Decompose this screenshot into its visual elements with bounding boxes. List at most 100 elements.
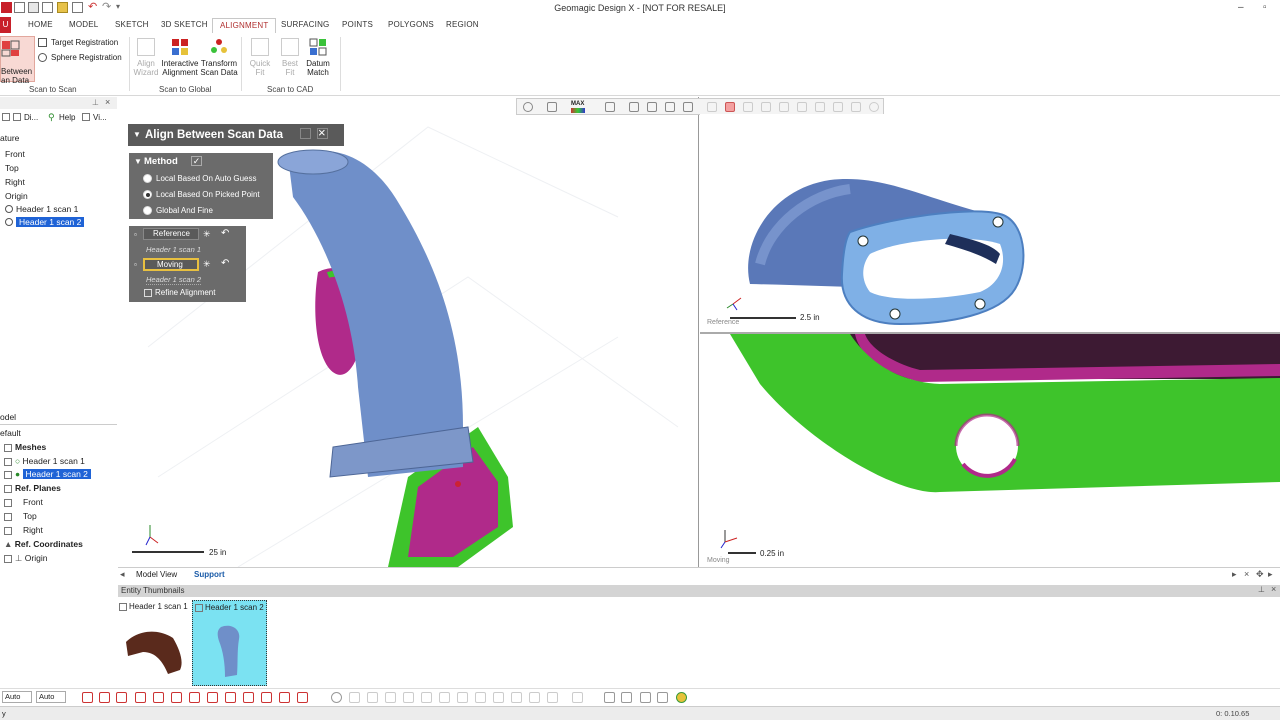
- view-option-icon[interactable]: [439, 692, 450, 703]
- deviation-icon[interactable]: [571, 108, 585, 113]
- visibility-checkbox[interactable]: [4, 457, 12, 466]
- align-panel-header[interactable]: ▼ Align Between Scan Data ×: [128, 124, 344, 146]
- visibility-checkbox[interactable]: [4, 470, 12, 479]
- tree-item-right[interactable]: Right: [5, 177, 25, 187]
- view-option-icon[interactable]: [457, 692, 468, 703]
- collapse-icon[interactable]: ▼: [133, 130, 141, 139]
- selection-mode-select[interactable]: Auto: [2, 691, 32, 703]
- close-icon[interactable]: ×: [1271, 584, 1276, 594]
- tree-item-front[interactable]: Front: [5, 149, 25, 159]
- tab-3d-sketch[interactable]: 3D SKETCH: [161, 20, 208, 29]
- tree-origin[interactable]: ⊥ Origin: [4, 553, 47, 564]
- view-option-icon[interactable]: [511, 692, 522, 703]
- help-tab[interactable]: Help: [59, 113, 75, 122]
- tab-points[interactable]: POINTS: [342, 20, 373, 29]
- tree-meshes[interactable]: Meshes: [4, 442, 46, 452]
- reference-field[interactable]: Reference: [143, 228, 199, 240]
- moving-field[interactable]: Moving: [143, 258, 199, 271]
- refine-alignment-checkbox[interactable]: Refine Alignment: [144, 288, 215, 297]
- tab-model[interactable]: MODEL: [69, 20, 98, 29]
- option-picked-point[interactable]: Local Based On Picked Point: [143, 190, 260, 200]
- select-clear-icon[interactable]: [279, 692, 290, 703]
- tab-sketch[interactable]: SKETCH: [115, 20, 149, 29]
- collapse-icon[interactable]: ▲: [4, 539, 12, 549]
- visibility-checkbox[interactable]: [4, 526, 12, 535]
- tab-polygons[interactable]: POLYGONS: [388, 20, 434, 29]
- view-option-icon[interactable]: [421, 692, 432, 703]
- select-line-icon[interactable]: [153, 692, 164, 703]
- interactive-alignment-button[interactable]: Interactive Alignment: [160, 38, 200, 77]
- filter-icon[interactable]: [761, 102, 771, 112]
- view-option-icon[interactable]: [493, 692, 504, 703]
- select-poly-icon[interactable]: [99, 692, 110, 703]
- option-global-fine[interactable]: Global And Fine: [143, 206, 213, 216]
- display-mode-icon[interactable]: [657, 692, 668, 703]
- add-view-icon[interactable]: ✥: [1256, 569, 1264, 580]
- tree-ref-planes[interactable]: Ref. Planes: [4, 483, 61, 493]
- front-view-icon[interactable]: [629, 102, 639, 112]
- settings-icon[interactable]: ✳: [203, 259, 211, 270]
- settings-icon[interactable]: [869, 102, 879, 112]
- visibility-checkbox[interactable]: [195, 604, 203, 612]
- settings-icon[interactable]: ✳: [203, 229, 211, 240]
- view-option-icon[interactable]: [547, 692, 558, 703]
- tree-mesh1[interactable]: ○ Header 1 scan 1: [4, 456, 85, 466]
- select-rect-icon[interactable]: [116, 692, 127, 703]
- align-wizard-button[interactable]: Align Wizard: [132, 38, 160, 77]
- tree-mesh2[interactable]: ● Header 1 scan 2: [4, 469, 91, 479]
- reference-viewport[interactable]: 2.5 in Reference: [700, 114, 1280, 330]
- view-option-icon[interactable]: [367, 692, 378, 703]
- tree-item-origin[interactable]: Origin: [5, 191, 28, 201]
- transform-scan-data-button[interactable]: Transform Scan Data: [200, 38, 238, 77]
- sphere-registration-button[interactable]: Sphere Registration: [38, 53, 122, 62]
- view-option-icon[interactable]: [572, 692, 583, 703]
- checkmark-icon[interactable]: ✓: [191, 156, 202, 166]
- view-option-icon[interactable]: [403, 692, 414, 703]
- collapse-icon[interactable]: ▫: [134, 260, 137, 269]
- rotate-icon[interactable]: [523, 102, 533, 112]
- view-option-icon[interactable]: [529, 692, 540, 703]
- minimize-icon[interactable]: –: [1238, 2, 1244, 13]
- filter-icon[interactable]: [851, 102, 861, 112]
- filter-icon[interactable]: [779, 102, 789, 112]
- close-icon[interactable]: ×: [1244, 569, 1249, 579]
- filter-icon[interactable]: [833, 102, 843, 112]
- display-tab[interactable]: Di...: [24, 113, 38, 122]
- reset-icon[interactable]: ↶: [221, 228, 229, 239]
- view-option-icon[interactable]: [475, 692, 486, 703]
- collapse-icon[interactable]: ▫: [134, 230, 137, 239]
- iso-view-icon[interactable]: [683, 102, 693, 112]
- reset-icon[interactable]: ↶: [221, 258, 229, 269]
- tree-top[interactable]: Top: [4, 511, 37, 521]
- view-rotate-icon[interactable]: [331, 692, 342, 703]
- visibility-checkbox[interactable]: [4, 512, 12, 521]
- tab-support[interactable]: Support: [194, 570, 225, 579]
- tree-front[interactable]: Front: [4, 497, 43, 507]
- target-registration-button[interactable]: Target Registration: [38, 38, 118, 47]
- scroll-left-icon[interactable]: ◂: [120, 569, 125, 580]
- visibility-checkbox[interactable]: [4, 443, 12, 452]
- top-view-icon[interactable]: [647, 102, 657, 112]
- tab-surfacing[interactable]: SURFACING: [281, 20, 329, 29]
- render-mode-icon[interactable]: [676, 692, 687, 703]
- tab-model-view[interactable]: Model View: [136, 570, 177, 579]
- select-connected-icon[interactable]: [261, 692, 272, 703]
- select-brush-icon[interactable]: [171, 692, 182, 703]
- select-options-icon[interactable]: [297, 692, 308, 703]
- select-face-icon[interactable]: [189, 692, 200, 703]
- display-mode-icon[interactable]: [621, 692, 632, 703]
- tab-region[interactable]: REGION: [446, 20, 479, 29]
- filter-icon[interactable]: [815, 102, 825, 112]
- select-all-icon[interactable]: [207, 692, 218, 703]
- view-option-icon[interactable]: [349, 692, 360, 703]
- display-mode-icon[interactable]: [604, 692, 615, 703]
- best-fit-button[interactable]: Best Fit: [278, 38, 302, 77]
- thumbnail-scan1[interactable]: Header 1 scan 1: [118, 600, 188, 686]
- view-icon[interactable]: [605, 102, 615, 112]
- display-icon[interactable]: [13, 113, 21, 121]
- quick-fit-button[interactable]: Quick Fit: [248, 38, 272, 77]
- select-invert-icon[interactable]: [225, 692, 236, 703]
- side-view-icon[interactable]: [665, 102, 675, 112]
- select-point-icon[interactable]: [82, 692, 93, 703]
- filter-select[interactable]: Auto: [36, 691, 66, 703]
